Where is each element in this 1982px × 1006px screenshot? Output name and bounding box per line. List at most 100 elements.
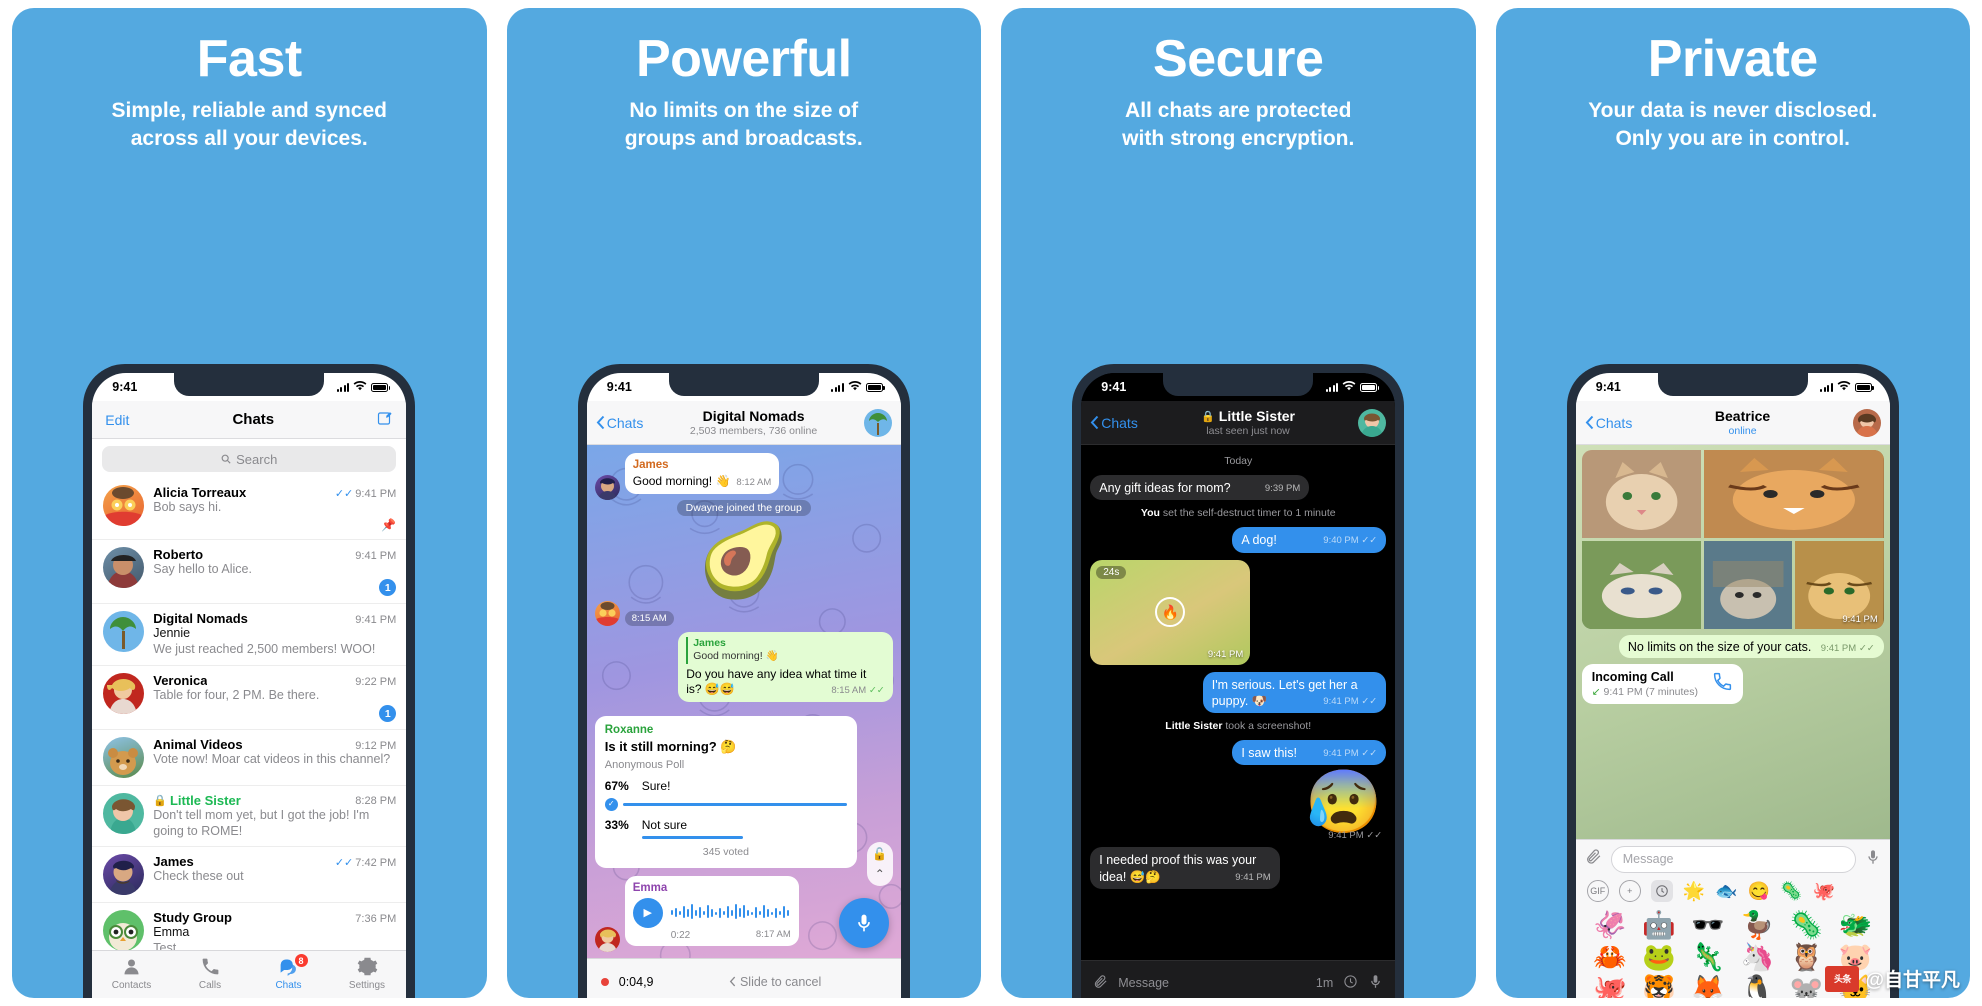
self-destruct-media[interactable]: 24s 🔥 9:41 PM	[1090, 559, 1251, 665]
group-title-block[interactable]: Digital Nomads 2,503 members, 736 online	[649, 408, 857, 437]
compose-icon[interactable]	[377, 410, 393, 429]
sticker-item[interactable]: 🐯	[1636, 974, 1682, 998]
sticker-item[interactable]: 🦊	[1685, 974, 1731, 998]
message-input[interactable]: Message	[1118, 976, 1306, 990]
emoji-quick-0[interactable]: 🌟	[1683, 882, 1705, 900]
list-item[interactable]: Alicia Torreaux ✓✓ 9:41 PM Bob says hi. …	[92, 478, 407, 540]
play-icon[interactable]: ▶	[632, 897, 663, 928]
tab-contacts[interactable]: Contacts	[92, 956, 171, 998]
gif-icon[interactable]: GIF	[1586, 879, 1609, 902]
sticker-item[interactable]: 🦄	[1734, 942, 1780, 972]
message-time: 9:41 PM ✓✓	[1328, 830, 1383, 842]
photo-thumbnail[interactable]: 9:41 PM	[1795, 541, 1884, 629]
photo-album-message[interactable]: 9:41 PM	[1581, 450, 1884, 629]
avatar[interactable]	[1358, 408, 1387, 437]
message-bubble-outgoing[interactable]: James Good morning! 👋 Do you have any id…	[678, 631, 893, 702]
reply-quote[interactable]: James Good morning! 👋	[686, 636, 885, 664]
panel-fast: Fast Simple, reliable and synced across a…	[12, 8, 487, 998]
sticker-item[interactable]: 🐙	[1587, 974, 1633, 998]
list-item[interactable]: Roberto 9:41 PM Say hello to Alice. 1	[92, 540, 407, 605]
photo-thumbnail[interactable]	[1581, 450, 1702, 538]
emoji-quick-1[interactable]: 🐟	[1715, 882, 1737, 900]
message-bubble[interactable]: Any gift ideas for mom? 9:39 PM	[1090, 475, 1310, 501]
sticker-item[interactable]: 🐧	[1734, 974, 1780, 998]
list-item[interactable]: Digital Nomads 9:41 PM Jennie We just re…	[92, 604, 407, 666]
self-destruct-icon[interactable]	[1343, 974, 1358, 992]
message-bubble-outgoing[interactable]: No limits on the size of your cats. 9:41…	[1618, 635, 1884, 658]
sticker-item[interactable]: 🦀	[1587, 942, 1633, 972]
photo-thumbnail[interactable]	[1704, 450, 1884, 538]
back-button[interactable]: Chats	[1090, 415, 1138, 431]
sticker-item[interactable]: 🦎	[1685, 942, 1731, 972]
emoji-quick-4[interactable]: 🐙	[1812, 882, 1834, 900]
scroll-controls[interactable]: 🔓 ⌃	[866, 842, 893, 886]
add-icon[interactable]: +	[1618, 879, 1641, 902]
sticker-item[interactable]: 🐸	[1636, 942, 1682, 972]
panel-headline: Fast	[196, 30, 302, 88]
emoji-toolbar[interactable]: GIF + 🌟 🐟 😋 🦠 🐙	[1585, 873, 1881, 908]
contact-title-block[interactable]: 🔒 Little Sister last seen just now	[1144, 408, 1352, 437]
sticker-item[interactable]: 🤖	[1636, 910, 1682, 940]
unlock-icon[interactable]: 🔓	[872, 847, 887, 861]
record-voice-button[interactable]	[838, 898, 889, 948]
chevron-up-icon[interactable]: ⌃	[875, 867, 885, 881]
photo-thumbnail[interactable]	[1581, 541, 1702, 629]
list-item[interactable]: James ✓✓ 7:42 PM Check these out	[92, 847, 407, 904]
sticker-item[interactable]: 🦉	[1783, 942, 1829, 972]
paperclip-icon[interactable]	[1585, 848, 1602, 870]
mic-icon[interactable]	[1368, 974, 1383, 992]
chat-name: Alicia Torreaux	[153, 485, 247, 500]
poll-message[interactable]: Roxanne Is it still morning? 🤔 Anonymous…	[594, 716, 857, 868]
message-bubble[interactable]: I needed proof this was your idea! 😅🤔 9:…	[1090, 847, 1280, 889]
emoji-quick-3[interactable]: 🦠	[1780, 882, 1802, 900]
tab-settings[interactable]: Settings	[328, 956, 407, 998]
private-chat-body[interactable]: 9:41 PM No limits on the size of your ca…	[1575, 445, 1890, 839]
message-bubble-outgoing[interactable]: I saw this! 9:41 PM ✓✓	[1232, 740, 1387, 766]
avatar[interactable]	[1852, 408, 1881, 437]
recent-stickers-icon[interactable]	[1650, 879, 1673, 902]
sticker-message[interactable]: 🥑	[595, 525, 893, 597]
mic-icon[interactable]	[1865, 849, 1881, 870]
edit-button[interactable]: Edit	[105, 412, 129, 428]
composer-bar[interactable]: Message 1m	[1081, 960, 1396, 998]
list-item[interactable]: 🔒 Little Sister 8:28 PM Don't tell mom y…	[92, 786, 407, 848]
self-destruct-timer-label[interactable]: 1m	[1316, 976, 1333, 990]
poll-option[interactable]: 33% Not sure	[605, 818, 847, 834]
sticker-item[interactable]: 🦆	[1734, 910, 1780, 940]
sticker-item[interactable]: 🐭	[1783, 974, 1829, 998]
list-item[interactable]: Study Group 7:36 PM Emma Test	[92, 903, 406, 950]
sticker-item[interactable]: 🦑	[1587, 910, 1633, 940]
message-bubble-outgoing[interactable]: A dog! 9:40 PM ✓✓	[1232, 527, 1387, 553]
sticker-item[interactable]: 🕶️	[1685, 910, 1731, 940]
list-item[interactable]: Animal Videos 9:12 PM Vote now! Moar cat…	[92, 730, 407, 787]
slide-to-cancel[interactable]: Slide to cancel	[664, 975, 887, 989]
call-message[interactable]: Incoming Call ↙ 9:41 PM (7 minutes)	[1581, 664, 1744, 704]
back-button[interactable]: Chats	[596, 415, 643, 431]
message-input[interactable]: Message	[1610, 845, 1856, 873]
contact-title-block[interactable]: Beatrice online	[1638, 408, 1846, 437]
sticker-item[interactable]: 🦠	[1783, 910, 1829, 940]
secret-chat-body[interactable]: Today Any gift ideas for mom? 9:39 PM Yo…	[1081, 445, 1396, 960]
tab-calls[interactable]: Calls	[171, 956, 250, 998]
panel-headline: Secure	[1153, 30, 1324, 88]
voice-message[interactable]: Emma ▶ 0:22 8:17 AM	[624, 875, 799, 946]
photo-thumbnail[interactable]	[1704, 541, 1793, 629]
system-notice: You set the self-destruct timer to 1 min…	[1140, 507, 1336, 520]
sticker-item[interactable]: 🐲	[1833, 910, 1879, 940]
chat-preview: Table for four, 2 PM. Be there.	[153, 687, 320, 702]
avatar[interactable]	[863, 408, 892, 437]
group-chat-body[interactable]: James Good morning! 👋 8:12 AM Dwayne joi…	[586, 445, 901, 958]
chat-list[interactable]: Alicia Torreaux ✓✓ 9:41 PM Bob says hi. …	[92, 478, 407, 950]
message-bubble[interactable]: James Good morning! 👋 8:12 AM	[624, 453, 780, 494]
poll-option[interactable]: 67% Sure!	[605, 779, 847, 795]
back-button[interactable]: Chats	[1585, 415, 1632, 431]
phone-icon[interactable]	[1712, 671, 1733, 697]
tab-bar[interactable]: Contacts Calls Chats 8 Settings	[92, 950, 407, 998]
message-bubble-outgoing[interactable]: I'm serious. Let's get her a puppy. 🐶 9:…	[1202, 671, 1387, 713]
paperclip-icon[interactable]	[1093, 974, 1108, 992]
sticker-message[interactable]: 😰 9:41 PM ✓✓	[1090, 772, 1383, 842]
emoji-quick-2[interactable]: 😋	[1748, 882, 1770, 900]
search-input[interactable]: Search	[102, 446, 397, 472]
list-item[interactable]: Veronica 9:22 PM Table for four, 2 PM. B…	[92, 666, 407, 731]
tab-chats[interactable]: Chats 8	[249, 953, 328, 998]
